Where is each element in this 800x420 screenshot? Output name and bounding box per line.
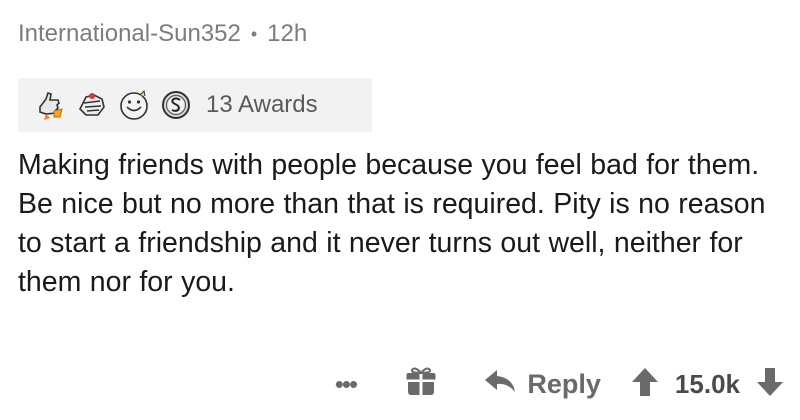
comment-age: 12h [267,20,308,47]
downvote-arrow-icon [756,366,784,403]
upvote-button[interactable] [629,366,661,402]
meta-separator: • [250,23,258,44]
comment-meta: International-Sun352 • 12h [18,20,307,48]
reply-label: Reply [527,368,601,399]
vote-score: 15.0k [674,368,740,399]
reply-button[interactable]: Reply [483,368,601,401]
hugs-award-icon [74,87,110,123]
upvote-arrow-icon [631,366,659,403]
silver-coin-award-icon [158,87,194,123]
more-options-button[interactable]: ••• [325,364,365,404]
give-award-button[interactable] [401,364,441,404]
awards-bar[interactable]: 13 Awards [18,78,372,132]
author-username[interactable]: International-Sun352 [18,20,241,48]
gift-icon [404,365,438,404]
reply-arrow-icon [483,368,517,401]
awards-count: 13 Awards [206,91,318,118]
thumbs-up-award-icon [32,87,68,123]
comment: International-Sun352 • 12h 13 Awards Mak… [0,0,800,420]
downvote-button[interactable] [754,366,786,402]
comment-actions: ••• Reply 15.0k [325,362,786,406]
comment-body: Making friends with people because you f… [18,149,766,298]
vote-controls: 15.0k [629,366,786,402]
wholesome-award-icon [116,87,152,123]
